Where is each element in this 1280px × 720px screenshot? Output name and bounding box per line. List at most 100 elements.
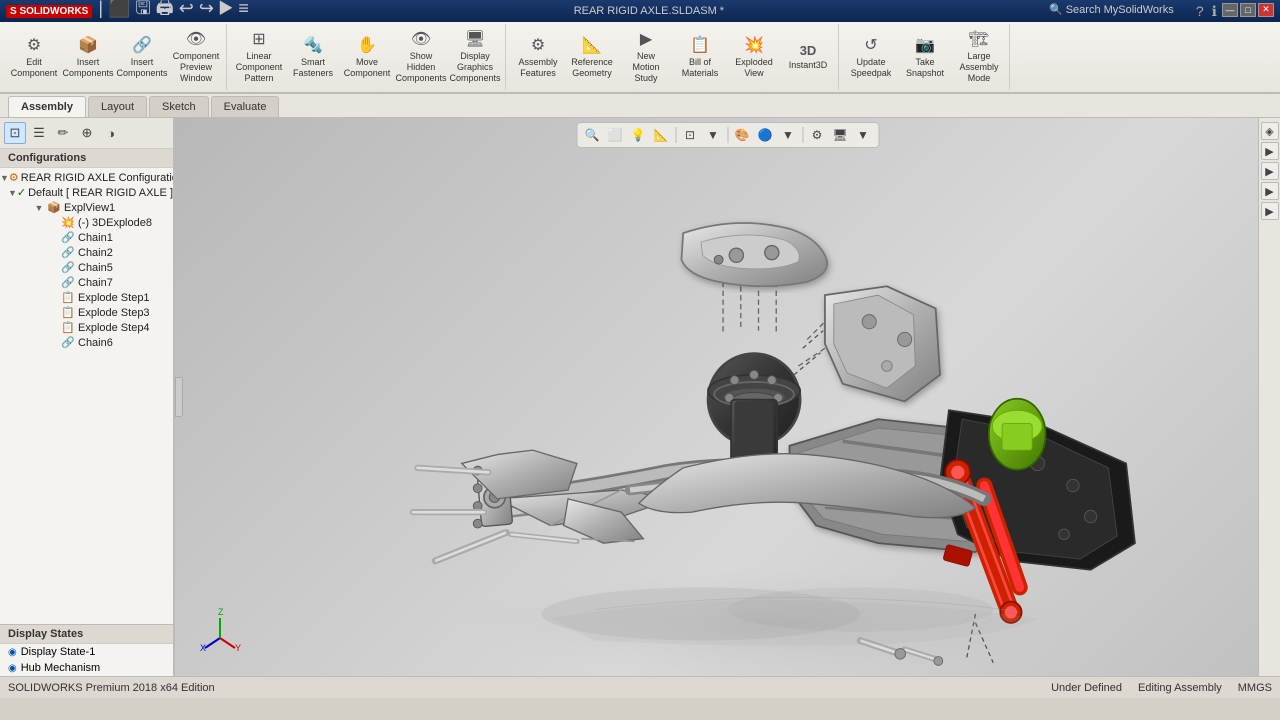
3d-viewport[interactable]: 🔍 ⬜ 💡 📐 ⊡ ▼ 🎨 🔵 ▼ ⚙ 🖥 ▼ <box>175 118 1280 676</box>
vp-view-icon[interactable]: ⊡ <box>679 125 701 145</box>
edit-component-icon: ⚙ <box>27 36 41 55</box>
tree-label-chain2: Chain2 <box>78 247 113 259</box>
vp-shading-icon[interactable]: 🔵 <box>754 125 776 145</box>
vp-color-icon[interactable]: 🎨 <box>731 125 753 145</box>
tree-item-chain2[interactable]: 🔗 Chain2 <box>0 245 173 260</box>
move-component-button[interactable]: ✋ MoveComponent <box>341 25 393 89</box>
tab-assembly[interactable]: Assembly <box>8 96 86 117</box>
tree-item-chain5[interactable]: 🔗 Chain5 <box>0 260 173 275</box>
tree-arrow-explode-step1 <box>46 293 60 303</box>
tree-item-chain7[interactable]: 🔗 Chain7 <box>0 275 173 290</box>
component-preview-button[interactable]: 👁 ComponentPreviewWindow <box>170 25 222 89</box>
tree-label-chain7: Chain7 <box>78 277 113 289</box>
panel-icon-add[interactable]: ⊕ <box>76 122 98 144</box>
vp-select-icon[interactable]: ⬜ <box>604 125 626 145</box>
tree-item-chain6[interactable]: 🔗 Chain6 <box>0 335 173 350</box>
take-snapshot-icon: 📷 <box>915 36 935 55</box>
smart-fasteners-button[interactable]: 🔩 SmartFasteners <box>287 25 339 89</box>
vp-divider-1 <box>675 127 676 143</box>
tree-item-3dexplode8[interactable]: 💥 (-) 3DExplode8 <box>0 215 173 230</box>
tree-arrow-explview1: ▼ <box>32 203 46 213</box>
display-state-1-item[interactable]: ◉ Display State-1 <box>0 644 173 660</box>
vp-settings-icon[interactable]: ⚙ <box>806 125 828 145</box>
vp-light-icon[interactable]: 💡 <box>627 125 649 145</box>
mate-button[interactable]: 🔗 Insert Components <box>116 25 168 89</box>
3d-model-view[interactable] <box>175 118 1280 676</box>
rp-btn-4[interactable]: ▶ <box>1261 182 1279 200</box>
tab-layout[interactable]: Layout <box>88 96 147 117</box>
reference-geometry-button[interactable]: 📐 ReferenceGeometry <box>566 25 618 89</box>
quick-access-toolbar[interactable]: | ⬛ 🖫 🖨 ↩ ↪ ▶ ≡ <box>98 0 248 26</box>
exploded-view-button[interactable]: 💥 ExplodedView <box>728 25 780 89</box>
assembly-features-button[interactable]: ⚙ AssemblyFeatures <box>512 25 564 89</box>
tree-icon-chain2: 🔗 <box>60 246 76 259</box>
vp-arrow-icon[interactable]: ▼ <box>702 125 724 145</box>
panel-icon-bar: ⊡ ☰ ✏ ⊕ ◑ <box>0 118 173 149</box>
vp-camera-icon[interactable]: 📐 <box>650 125 672 145</box>
tree-icon-explode-step1: 📋 <box>60 291 76 304</box>
show-hidden-button[interactable]: 👁 ShowHiddenComponents <box>395 25 447 89</box>
smart-fasteners-label: SmartFasteners <box>293 57 333 79</box>
update-speedpak-button[interactable]: ↺ UpdateSpeedpak <box>845 25 897 89</box>
close-button[interactable]: ✕ <box>1258 3 1274 17</box>
hub-mechanism-item[interactable]: ◉ Hub Mechanism <box>0 660 173 676</box>
maximize-button[interactable]: □ <box>1240 3 1256 17</box>
tree-arrow-explode-step3 <box>46 308 60 318</box>
instant3d-button[interactable]: 3D Instant3D <box>782 25 834 89</box>
tree-icon-explode-step4: 📋 <box>60 321 76 334</box>
tab-sketch[interactable]: Sketch <box>149 96 209 117</box>
reference-geometry-label: ReferenceGeometry <box>571 57 613 79</box>
panel-icon-config[interactable]: ⊡ <box>4 122 26 144</box>
tree-item-explode-step4[interactable]: 📋 Explode Step4 <box>0 320 173 335</box>
info-icon[interactable]: ℹ <box>1212 3 1217 20</box>
panel-icon-list[interactable]: ☰ <box>28 122 50 144</box>
tree-item-explode-step1[interactable]: 📋 Explode Step1 <box>0 290 173 305</box>
display-graphics-button[interactable]: 🖥 DisplayGraphicsComponents <box>449 25 501 89</box>
rp-btn-3[interactable]: ▶ <box>1261 162 1279 180</box>
display-graphics-icon: 🖥 <box>465 30 485 49</box>
panel-icon-display[interactable]: ◑ <box>100 122 122 144</box>
instant3d-label: Instant3D <box>789 60 828 71</box>
vp-monitor-arrow[interactable]: ▼ <box>852 125 874 145</box>
tree-label-root: REAR RIGID AXLE Configuration(s) <box>21 172 173 184</box>
tree-item-chain1[interactable]: 🔗 Chain1 <box>0 230 173 245</box>
under-defined-status: Under Defined <box>1051 682 1122 694</box>
tree-icon-chain5: 🔗 <box>60 261 76 274</box>
edit-component-button[interactable]: ⚙ Edit Component <box>8 25 60 89</box>
new-motion-study-icon: ▶ <box>640 30 652 49</box>
tree-item-root[interactable]: ▼ ⚙ REAR RIGID AXLE Configuration(s) <box>0 170 173 185</box>
tab-evaluate[interactable]: Evaluate <box>211 96 280 117</box>
large-assembly-mode-button[interactable]: 🏗 LargeAssemblyMode <box>953 25 1005 89</box>
smart-fasteners-icon: 🔩 <box>303 36 323 55</box>
rp-btn-1[interactable]: ◈ <box>1261 122 1279 140</box>
panel-icon-edit[interactable]: ✏ <box>52 122 74 144</box>
display-states-title: Display States <box>0 625 173 644</box>
vp-shading-arrow[interactable]: ▼ <box>777 125 799 145</box>
bill-of-materials-button[interactable]: 📋 Bill ofMaterials <box>674 25 726 89</box>
tree-label-default: Default [ REAR RIGID AXLE ] <box>28 187 173 199</box>
minimize-button[interactable]: — <box>1222 3 1238 17</box>
show-hidden-icon: 👁 <box>411 30 431 49</box>
bill-of-materials-icon: 📋 <box>690 36 710 55</box>
take-snapshot-button[interactable]: 📷 TakeSnapshot <box>899 25 951 89</box>
rp-btn-5[interactable]: ▶ <box>1261 202 1279 220</box>
titlebar-left: S SOLIDWORKS | ⬛ 🖫 🖨 ↩ ↪ ▶ ≡ <box>6 0 249 26</box>
panel-collapse-handle[interactable] <box>175 377 183 417</box>
panel-title: Configurations <box>0 149 173 168</box>
help-icon[interactable]: ? <box>1196 3 1204 20</box>
tree-item-explview1[interactable]: ▼ 📦 ExplView1 <box>0 200 173 215</box>
insert-components-button[interactable]: 📦 InsertComponents <box>62 25 114 89</box>
svg-text:Y: Y <box>235 643 241 653</box>
tree-item-explode-step3[interactable]: 📋 Explode Step3 <box>0 305 173 320</box>
linear-pattern-button[interactable]: ⊞ Linear ComponentPattern <box>233 25 285 89</box>
vp-zoom-icon[interactable]: 🔍 <box>581 125 603 145</box>
rp-btn-2[interactable]: ▶ <box>1261 142 1279 160</box>
search-box[interactable]: 🔍 Search MySolidWorks <box>1049 3 1183 20</box>
new-motion-study-button[interactable]: ▶ NewMotionStudy <box>620 25 672 89</box>
toolbar-group-assembly: ⚙ AssemblyFeatures 📐 ReferenceGeometry ▶… <box>508 24 839 90</box>
right-panel: ◈ ▶ ▶ ▶ ▶ <box>1258 118 1280 676</box>
vp-monitor-icon[interactable]: 🖥 <box>829 125 851 145</box>
tree-item-default[interactable]: ▼ ✓ Default [ REAR RIGID AXLE ] <box>0 185 173 200</box>
component-preview-label: ComponentPreviewWindow <box>173 51 220 83</box>
tree-arrow-chain7 <box>46 278 60 288</box>
